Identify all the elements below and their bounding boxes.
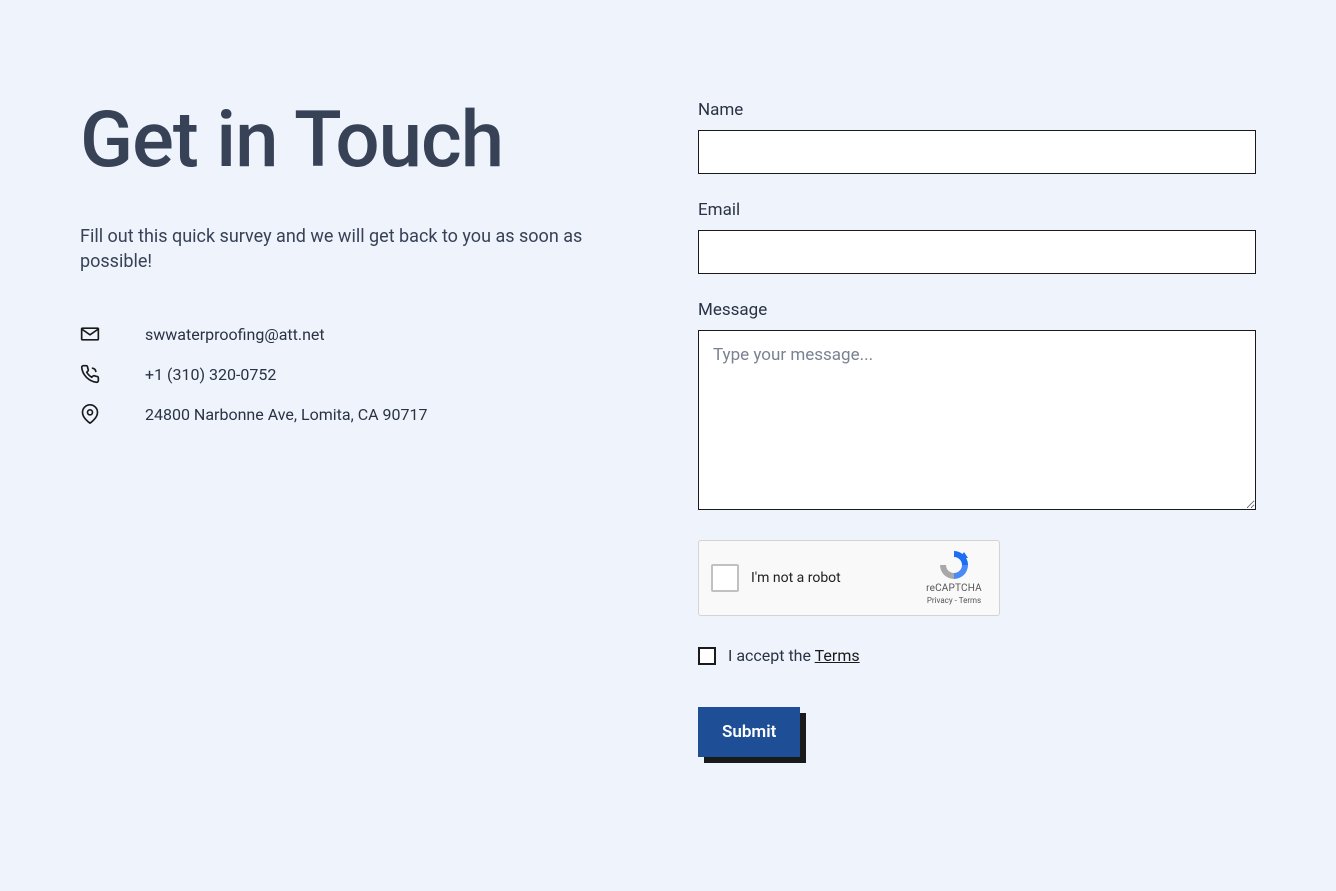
name-group: Name bbox=[698, 100, 1256, 174]
mail-icon bbox=[80, 324, 100, 344]
recaptcha-label: I'm not a robot bbox=[751, 570, 841, 586]
contact-address-item: 24800 Narbonne Ave, Lomita, CA 90717 bbox=[80, 404, 638, 424]
recaptcha-checkbox[interactable] bbox=[711, 564, 739, 592]
page-subheading: Fill out this quick survey and we will g… bbox=[80, 224, 638, 274]
name-label: Name bbox=[698, 100, 1256, 120]
terms-checkbox[interactable] bbox=[698, 647, 716, 665]
info-column: Get in Touch Fill out this quick survey … bbox=[80, 100, 638, 757]
contact-email-text[interactable]: swwaterproofing@att.net bbox=[145, 325, 325, 344]
submit-button[interactable]: Submit bbox=[698, 707, 800, 757]
location-icon bbox=[80, 404, 100, 424]
terms-row: I accept the Terms bbox=[698, 646, 1256, 665]
terms-link[interactable]: Terms bbox=[815, 646, 860, 665]
message-label: Message bbox=[698, 300, 1256, 320]
recaptcha-privacy-link[interactable]: Privacy bbox=[927, 596, 953, 605]
terms-prefix: I accept the bbox=[728, 646, 815, 665]
recaptcha-branding: reCAPTCHA Privacy - Terms bbox=[921, 549, 987, 605]
recaptcha-terms-link[interactable]: Terms bbox=[959, 596, 981, 605]
name-input[interactable] bbox=[698, 130, 1256, 174]
email-label: Email bbox=[698, 200, 1256, 220]
phone-icon bbox=[80, 364, 100, 384]
form-column: Name Email Message I'm not a robot bbox=[698, 100, 1256, 757]
recaptcha-widget: I'm not a robot reCAPTCHA Privacy - Term… bbox=[698, 540, 1000, 616]
recaptcha-links: Privacy - Terms bbox=[921, 596, 987, 605]
recaptcha-logo-icon bbox=[938, 549, 970, 581]
message-input[interactable] bbox=[698, 330, 1256, 510]
contact-phone-item: +1 (310) 320-0752 bbox=[80, 364, 638, 384]
recaptcha-brand-text: reCAPTCHA bbox=[921, 583, 987, 594]
contact-phone-text[interactable]: +1 (310) 320-0752 bbox=[145, 365, 276, 384]
page-heading: Get in Touch bbox=[80, 100, 638, 182]
message-group: Message bbox=[698, 300, 1256, 514]
email-input[interactable] bbox=[698, 230, 1256, 274]
contact-list: swwaterproofing@att.net +1 (310) 320-075… bbox=[80, 324, 638, 424]
contact-address-text: 24800 Narbonne Ave, Lomita, CA 90717 bbox=[145, 405, 428, 424]
contact-email-item: swwaterproofing@att.net bbox=[80, 324, 638, 344]
email-group: Email bbox=[698, 200, 1256, 274]
terms-text: I accept the Terms bbox=[728, 646, 860, 665]
contact-page: Get in Touch Fill out this quick survey … bbox=[0, 0, 1336, 837]
